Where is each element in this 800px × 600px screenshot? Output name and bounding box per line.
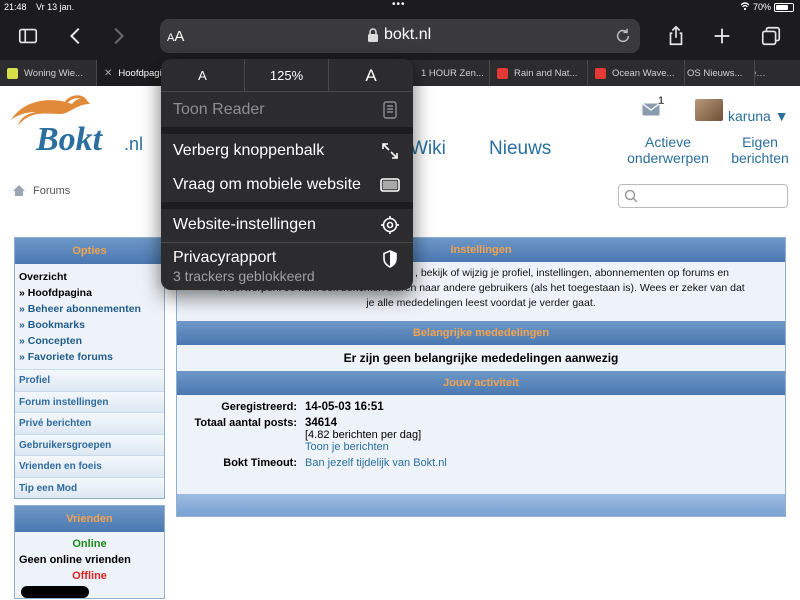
friends-offline-heading: Offline: [72, 570, 107, 582]
reader-icon: [383, 101, 397, 119]
expand-arrows-icon: [382, 143, 398, 159]
overview-title: Overzicht: [19, 271, 67, 283]
activity-row-registered: Geregistreerd: 14-05-03 16:51: [221, 401, 384, 413]
tab-os-nieuws[interactable]: OS Nieuws...: [685, 60, 755, 86]
page-settings-popover: A 125% A Toon Reader Verberg knoppenbalk…: [161, 59, 413, 290]
status-bar: 21:48 Vr 13 jan. ••• 70%: [0, 0, 800, 14]
options-panel: Opties Overzicht » Hoofdpagina » Beheer …: [14, 237, 165, 499]
menu-item-reader[interactable]: Toon Reader: [161, 93, 413, 127]
link-vrienden-en-foeis[interactable]: Vrienden en foeis: [15, 455, 164, 477]
overview-list: Overzicht » Hoofdpagina » Beheer abonnem…: [15, 264, 164, 369]
tab-hoofdpagina[interactable]: ✕ Hoofdpagina: [97, 60, 169, 86]
link-gebruikersgroepen[interactable]: Gebruikersgroepen: [15, 433, 164, 455]
activity-table: Geregistreerd: 14-05-03 16:51 Totaal aan…: [177, 401, 785, 469]
nav-wiki[interactable]: Wiki: [410, 138, 446, 160]
back-icon[interactable]: [62, 22, 90, 50]
nav-nieuws[interactable]: Nieuws: [489, 138, 551, 160]
timeout-link[interactable]: Ban jezelf tijdelijk van Bokt.nl: [305, 457, 447, 469]
link-prive-berichten[interactable]: Privé berichten: [15, 412, 164, 434]
nav-own-posts[interactable]: Eigen berichten: [726, 134, 794, 166]
text-size-button[interactable]: AA: [167, 28, 184, 45]
tab-ocean[interactable]: Ocean Wave...: [588, 60, 685, 86]
svg-text:.nl: .nl: [124, 134, 143, 154]
friends-none-online: Geen online vrienden: [19, 554, 131, 566]
zoom-level[interactable]: 125%: [245, 59, 329, 92]
friends-online-heading: Online: [72, 538, 107, 550]
friends-title: Vrienden: [15, 506, 164, 532]
tab-favicon: [7, 67, 18, 79]
tab-more[interactable]: e…: [755, 60, 800, 86]
overview-item-hoofdpagina[interactable]: » Hoofdpagina: [19, 285, 160, 301]
status-date: Vr 13 jan.: [36, 2, 75, 12]
no-announcements-text: Er zijn geen belangrijke mededelingen aa…: [343, 351, 619, 365]
section-footer-band: [177, 494, 785, 516]
menu-item-hide-toolbar[interactable]: Verberg knoppenbalk: [161, 134, 413, 168]
sidebar-icon[interactable]: [14, 22, 42, 50]
zoom-out-button[interactable]: A: [161, 59, 245, 92]
link-tip-een-mod[interactable]: Tip een Mod: [15, 476, 164, 498]
link-profiel[interactable]: Profiel: [15, 369, 164, 391]
multitasking-dots-icon[interactable]: •••: [392, 0, 406, 10]
close-tab-icon[interactable]: ✕: [104, 68, 112, 79]
bokt-logo[interactable]: Bokt .nl: [6, 92, 166, 162]
lock-icon: [368, 28, 378, 42]
overview-item-bookmarks[interactable]: » Bookmarks: [19, 317, 160, 333]
link-forum-instellingen[interactable]: Forum instellingen: [15, 390, 164, 412]
overview-item-favoriete-forums[interactable]: » Favoriete forums: [19, 349, 160, 365]
activity-row-posts: Totaal aantal posts: 34614 [4.82 bericht…: [194, 417, 422, 453]
search-input[interactable]: [618, 184, 788, 208]
battery-percentage: 70%: [753, 2, 772, 12]
menu-item-website-settings[interactable]: Website-instellingen: [161, 208, 413, 242]
zoom-in-button[interactable]: A: [329, 59, 413, 92]
battery-icon: [774, 3, 794, 12]
shield-icon: [383, 250, 397, 268]
redacted-friend-name: [21, 586, 89, 598]
youtube-favicon-icon: [497, 67, 508, 79]
overview-item-abonnementen[interactable]: » Beheer abonnementen: [19, 301, 160, 317]
activity-section-title: Jouw activiteit: [177, 371, 785, 395]
browser-toolbar: AA bokt.nl: [0, 14, 800, 60]
status-time: 21:48: [4, 2, 27, 12]
zoom-controls: A 125% A: [161, 59, 413, 92]
mail-count-badge: 1: [658, 95, 665, 107]
tab-rain[interactable]: Rain and Nat...: [490, 60, 588, 86]
options-title: Opties: [15, 238, 164, 264]
address-domain: bokt.nl: [384, 26, 432, 43]
tab-overview-icon[interactable]: [757, 22, 785, 50]
device-icon: [380, 178, 400, 192]
search-icon: [624, 189, 638, 203]
user-menu[interactable]: karuna ▼: [728, 108, 789, 124]
tab-zen[interactable]: 1 HOUR Zen...: [413, 60, 490, 86]
activity-row-timeout: Bokt Timeout: Ban jezelf tijdelijk van B…: [223, 457, 447, 469]
breadcrumb[interactable]: Forums: [33, 185, 70, 197]
menu-item-mobile-site[interactable]: Vraag om mobiele website: [161, 168, 413, 202]
gear-icon: [381, 216, 399, 234]
reload-icon[interactable]: [614, 27, 632, 45]
svg-text:Bokt: Bokt: [35, 121, 104, 158]
forward-icon[interactable]: [104, 22, 132, 50]
overview-item-concepten[interactable]: » Concepten: [19, 333, 160, 349]
left-sidebar: Opties Overzicht » Hoofdpagina » Beheer …: [14, 237, 165, 599]
announcements-section-title: Belangrijke mededelingen: [177, 321, 785, 345]
friends-panel: Vrienden Online Geen online vrienden Off…: [14, 505, 165, 599]
youtube-favicon-icon: [595, 67, 606, 79]
avatar[interactable]: [695, 99, 723, 121]
new-tab-icon[interactable]: [708, 22, 736, 50]
home-icon[interactable]: [12, 184, 26, 197]
show-posts-link[interactable]: Toon je berichten: [305, 441, 421, 453]
address-bar[interactable]: AA bokt.nl: [160, 19, 640, 53]
wifi-icon: [740, 2, 750, 11]
menu-separator: [161, 127, 413, 134]
nav-active-topics[interactable]: Actieve onderwerpen: [624, 134, 712, 166]
tab-woning[interactable]: Woning Wie...: [0, 60, 97, 86]
menu-item-privacy-report[interactable]: Privacyrapport 3 trackers geblokkeerd: [161, 243, 413, 290]
share-icon[interactable]: [662, 22, 690, 50]
